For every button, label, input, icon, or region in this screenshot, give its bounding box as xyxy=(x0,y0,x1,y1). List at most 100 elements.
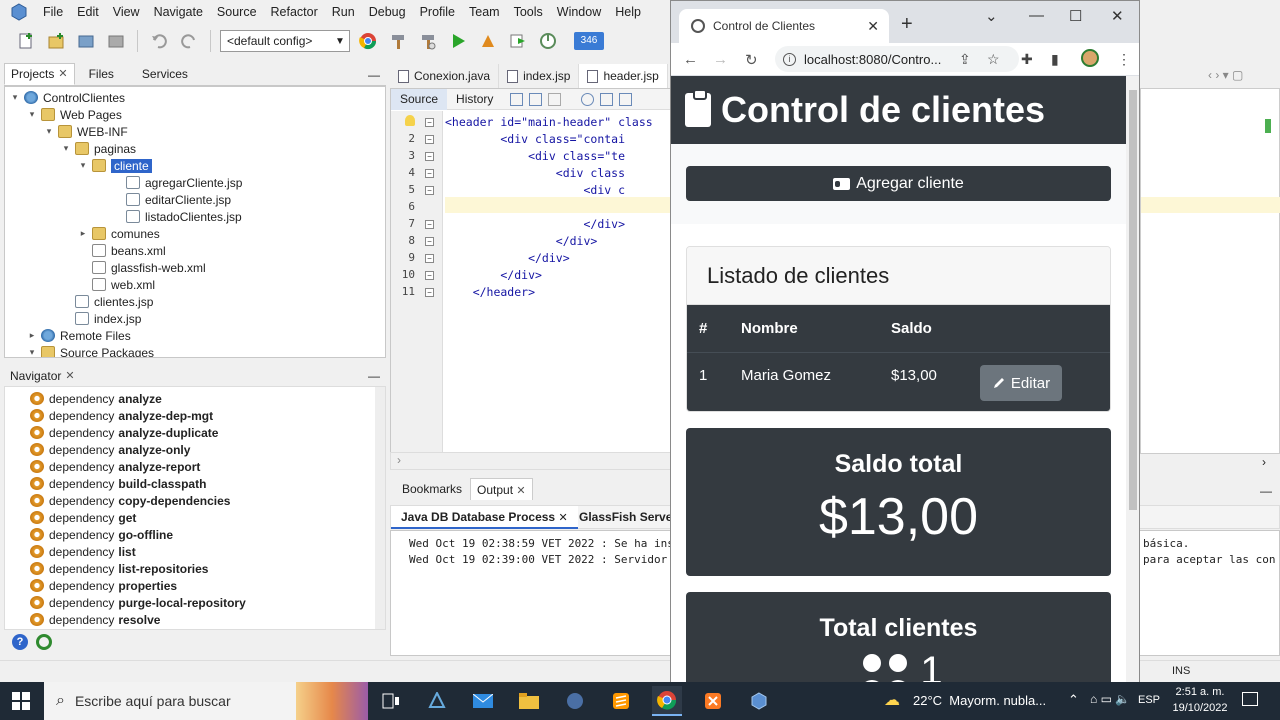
tree-item[interactable]: ▸ Remote Files xyxy=(26,327,131,344)
page-scrollbar[interactable] xyxy=(1126,76,1139,683)
fold-toggle-icon[interactable]: − xyxy=(425,237,434,246)
tree-toggle-icon[interactable]: ▾ xyxy=(77,160,89,171)
find-next-icon[interactable] xyxy=(619,92,633,106)
menu-source[interactable]: Source xyxy=(210,0,264,24)
close-icon[interactable]: ✕ xyxy=(558,512,567,524)
editor-nav-arrows[interactable]: ‹ › ▾ ▢ xyxy=(1208,68,1243,82)
mail-icon[interactable] xyxy=(468,686,498,716)
tree-item[interactable]: ▾ cliente xyxy=(77,157,152,174)
navigator-item[interactable]: dependency resolve xyxy=(27,611,160,628)
forward-arrow-icon[interactable]: → xyxy=(713,51,728,68)
horizontal-scrollbar[interactable]: › xyxy=(390,452,680,470)
tree-item[interactable]: ▾ ControlClientes xyxy=(9,89,125,106)
tree-toggle-icon[interactable]: ▾ xyxy=(60,143,72,154)
tree-toggle-icon[interactable]: ▾ xyxy=(26,347,38,357)
close-window-icon[interactable]: ✕ xyxy=(1111,7,1124,25)
netbeans-taskbar-icon[interactable] xyxy=(744,686,774,716)
language-indicator[interactable]: ESP xyxy=(1138,694,1160,706)
fold-toggle-icon[interactable]: − xyxy=(425,186,434,195)
scroll-left-icon[interactable]: › xyxy=(397,453,401,467)
navigator-item[interactable]: dependency copy-dependencies xyxy=(27,492,230,509)
clean-build-icon[interactable] xyxy=(416,29,440,53)
find-prev-icon[interactable] xyxy=(600,92,614,106)
scroll-thumb[interactable] xyxy=(1129,90,1137,510)
minimize-panel-icon[interactable]: — xyxy=(368,369,380,383)
editor-tab[interactable]: Conexion.java xyxy=(390,64,500,88)
editor-tab[interactable]: header.jsp xyxy=(579,64,668,88)
extensions-puzzle-icon[interactable]: ✚ xyxy=(1021,51,1033,68)
profile-project-icon[interactable] xyxy=(536,29,560,53)
close-project-icon[interactable] xyxy=(104,29,128,53)
navigator-item[interactable]: dependency analyze-only xyxy=(27,441,190,458)
close-icon[interactable]: ✕ xyxy=(516,485,525,497)
fold-toggle-icon[interactable]: − xyxy=(425,169,434,178)
menu-tools[interactable]: Tools xyxy=(507,0,550,24)
tree-toggle-icon[interactable]: ▾ xyxy=(43,126,55,137)
recycle-app-icon[interactable] xyxy=(422,686,452,716)
navigator-item[interactable]: dependency analyze-report xyxy=(27,458,200,475)
tree-toggle-icon[interactable]: ▸ xyxy=(26,330,38,341)
tab-files[interactable]: Files xyxy=(75,63,128,85)
site-info-icon[interactable]: i xyxy=(783,52,796,66)
toggle-icon[interactable] xyxy=(510,92,524,106)
tree-item[interactable]: ▾ paginas xyxy=(60,140,136,157)
close-icon[interactable]: ✕ xyxy=(58,63,67,85)
tree-item[interactable]: glassfish-web.xml xyxy=(77,259,206,276)
new-project-icon[interactable] xyxy=(44,29,68,53)
tree-toggle-icon[interactable]: ▾ xyxy=(26,109,38,120)
weather-icon[interactable]: ☁ xyxy=(884,690,900,710)
open-project-icon[interactable] xyxy=(74,29,98,53)
xampp-icon[interactable] xyxy=(698,686,728,716)
tab-navigator[interactable]: Navigator ✕ xyxy=(4,365,81,387)
tree-item[interactable]: web.xml xyxy=(77,276,155,293)
help-icon[interactable]: ? xyxy=(12,634,28,650)
fold-toggle-icon[interactable]: − xyxy=(425,118,434,127)
navigator-item[interactable]: dependency get xyxy=(27,509,136,526)
tree-item[interactable]: ▾ WEB-INF xyxy=(43,123,128,140)
navigator-item[interactable]: dependency analyze-duplicate xyxy=(27,424,218,441)
profile-avatar[interactable] xyxy=(1081,49,1099,67)
undo-icon[interactable] xyxy=(147,29,171,53)
menu-view[interactable]: View xyxy=(106,0,147,24)
back-icon[interactable] xyxy=(529,92,543,106)
app-tool-icon[interactable] xyxy=(560,686,590,716)
notifications-icon[interactable] xyxy=(1242,692,1258,706)
share-icon[interactable]: ⇪ xyxy=(959,51,971,68)
navigator-item[interactable]: dependency properties xyxy=(27,577,177,594)
minimize-window-icon[interactable]: — xyxy=(1029,7,1044,24)
menu-help[interactable]: Help xyxy=(608,0,648,24)
tab-glassfish-server[interactable]: GlassFish Server xyxy=(571,506,685,529)
close-tab-icon[interactable]: ✕ xyxy=(867,18,879,35)
menu-file[interactable]: File xyxy=(36,0,70,24)
menu-team[interactable]: Team xyxy=(462,0,507,24)
hammer-build-icon[interactable] xyxy=(386,29,410,53)
menu-refactor[interactable]: Refactor xyxy=(264,0,325,24)
minimize-panel-icon[interactable]: — xyxy=(368,68,380,82)
side-panel-icon[interactable]: ▮ xyxy=(1051,51,1059,68)
windows-start-icon[interactable] xyxy=(12,692,30,713)
menu-profile[interactable]: Profile xyxy=(413,0,462,24)
bookmark-star-icon[interactable]: ☆ xyxy=(987,51,1000,68)
new-file-icon[interactable] xyxy=(14,29,38,53)
redo-icon[interactable] xyxy=(177,29,201,53)
tab-javadb-process[interactable]: Java DB Database Process ✕ xyxy=(391,506,578,529)
navigator-item[interactable]: dependency go-offline xyxy=(27,526,173,543)
navigator-item[interactable]: dependency purge-local-repository xyxy=(27,594,246,611)
tree-toggle-icon[interactable]: ▾ xyxy=(9,92,21,103)
tray-chevron-icon[interactable]: ⌃ xyxy=(1068,692,1079,708)
find-icon[interactable] xyxy=(581,92,595,106)
task-view-icon[interactable] xyxy=(376,686,406,716)
minimize-panel-icon[interactable]: — xyxy=(1260,484,1272,498)
edit-client-button[interactable]: Editar xyxy=(980,365,1062,401)
tray-icons[interactable]: ⌂ ▭ 🔈 xyxy=(1090,692,1130,706)
fold-toggle-icon[interactable]: − xyxy=(425,220,434,229)
tree-item[interactable]: editarCliente.jsp xyxy=(111,191,231,208)
fold-toggle-icon[interactable]: − xyxy=(425,152,434,161)
configuration-select[interactable]: <default config> ▼ xyxy=(220,30,350,52)
fold-toggle-icon[interactable]: − xyxy=(425,288,434,297)
forward-icon[interactable] xyxy=(548,92,562,106)
settings-gear-icon[interactable] xyxy=(36,634,52,650)
reload-icon[interactable]: ↻ xyxy=(745,51,758,69)
address-bar[interactable]: i localhost:8080/Contro... xyxy=(775,46,1019,72)
close-icon[interactable]: ✕ xyxy=(65,365,74,387)
